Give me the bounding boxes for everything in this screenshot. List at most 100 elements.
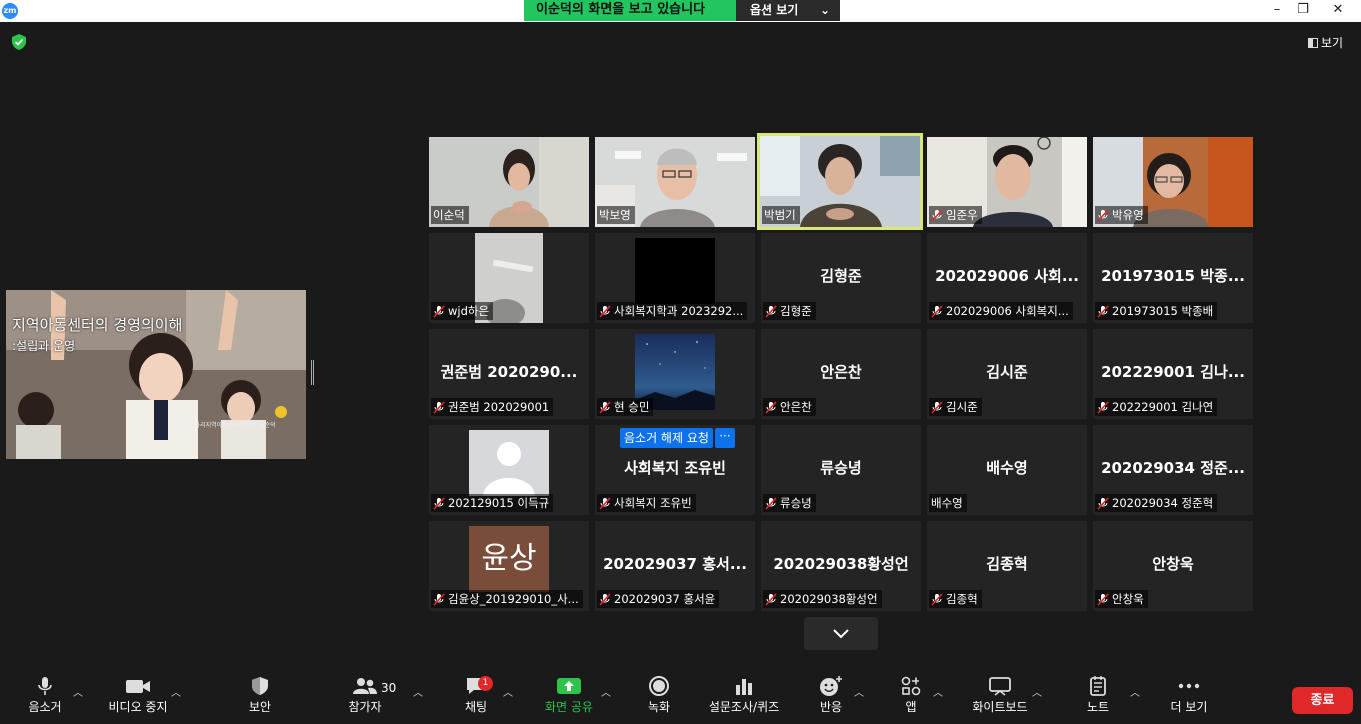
chat-options-caret[interactable]: ︿ [503, 684, 513, 699]
chat-unread-badge: 1 [478, 676, 493, 691]
banner-text: 이순덕의 화면을 보고 있습니다 [524, 0, 736, 21]
resize-handle[interactable] [311, 360, 314, 385]
reactions-button[interactable]: 반응 [817, 672, 845, 714]
participant-name: wjd하은 [431, 302, 494, 320]
participant-name: 202129015 이득규 [431, 494, 554, 512]
encryption-shield-icon[interactable] [12, 34, 26, 50]
record-button[interactable]: 녹화 [644, 672, 674, 714]
participant-tile[interactable]: 권준범 2020290... 권준범 202029001 [429, 329, 589, 419]
participant-display-name: 202029038황성언 [773, 555, 909, 573]
mic-muted-icon [1097, 400, 1109, 414]
participant-tile[interactable]: 김종혁 김종혁 [927, 521, 1087, 611]
video-tile[interactable]: 박보영 [595, 137, 755, 227]
participant-tile[interactable]: 202029034 정준... 202029034 정준혁 [1093, 425, 1253, 515]
participant-tile[interactable]: 배수영 배수영 [927, 425, 1087, 515]
participant-tile[interactable]: 202029037 홍서... 202029037 홍서윤 [595, 521, 755, 611]
participant-tile[interactable]: 현 승민 [595, 329, 755, 419]
participant-name: 박유영 [1095, 206, 1148, 224]
avatar: 윤상 [469, 526, 549, 592]
participants-count: 30 [381, 681, 397, 695]
active-speaker-tile[interactable]: 박범기 [757, 133, 923, 230]
participant-tile[interactable]: 202129015 이득규 [429, 425, 589, 515]
participant-display-name: 김형준 [820, 267, 862, 285]
participant-display-name: 사회복지 조유빈 [624, 459, 726, 477]
participant-display-name: 김시준 [986, 363, 1028, 381]
participants-options-caret[interactable]: ︿ [413, 684, 423, 699]
video-options-caret[interactable]: ︿ [171, 684, 181, 699]
share-screen-button[interactable]: 화면 공유 [541, 672, 597, 714]
mic-muted-icon [433, 400, 445, 414]
more-button[interactable]: 더 보기 [1167, 672, 1211, 714]
more-options-button[interactable]: ··· [714, 428, 735, 448]
participant-display-name: 202029037 홍서... [603, 555, 747, 573]
participant-tile[interactable]: 202029006 사회... 202029006 사회복지... [927, 233, 1087, 323]
participant-tile[interactable]: 201973015 박종... 201973015 박종배 [1093, 233, 1253, 323]
participant-name: 안창욱 [1095, 590, 1148, 608]
participant-tile[interactable]: 안창욱 안창욱 [1093, 521, 1253, 611]
participants-button[interactable]: 참가자 [345, 672, 385, 714]
mic-muted-icon [765, 400, 777, 414]
unmute-request-button[interactable]: 음소거 해제 요청 [620, 428, 713, 448]
video-tile[interactable]: 박유영 [1093, 137, 1253, 227]
participant-tile[interactable]: 김형준 김형준 [761, 233, 921, 323]
polls-button[interactable]: 설문조사/퀴즈 [704, 672, 784, 714]
restore-button[interactable]: ❐ [1288, 0, 1318, 22]
notes-button[interactable]: 노트 [1084, 672, 1112, 714]
mic-muted-icon [931, 400, 943, 414]
whiteboard-options-caret[interactable]: ︿ [1032, 684, 1042, 699]
apps-button[interactable]: 앱 [899, 672, 923, 714]
microphone-icon [38, 677, 52, 695]
view-options-button[interactable]: 옵션 보기 ⌄ [736, 0, 840, 21]
close-button[interactable]: ✕ [1323, 0, 1353, 22]
security-button[interactable]: 보안 [243, 672, 277, 714]
video-tile[interactable]: 이순덕 [429, 137, 589, 227]
gallery-next-page-button[interactable] [804, 617, 878, 650]
participant-display-name: 202229001 김나... [1101, 363, 1245, 381]
mic-muted-icon [599, 400, 611, 414]
zoom-logo-icon: zm [2, 3, 18, 19]
slide-title: 지역아동센터의 경영의이해 [12, 316, 183, 334]
participant-tile[interactable]: 안은찬 안은찬 [761, 329, 921, 419]
mic-muted-icon [433, 592, 445, 606]
audio-options-caret[interactable]: ︿ [73, 684, 83, 699]
mic-muted-icon [599, 304, 611, 318]
participant-tile[interactable]: 음소거 해제 요청 ··· 사회복지 조유빈 사회복지 조유빈 [595, 425, 755, 515]
participant-tile[interactable]: 202029038황성언 202029038황성언 [761, 521, 921, 611]
mute-button[interactable]: 음소거 [24, 672, 66, 714]
apps-options-caret[interactable]: ︿ [933, 684, 943, 699]
whiteboard-button[interactable]: 화이트보드 [968, 672, 1032, 714]
share-screen-icon [557, 678, 581, 694]
reactions-options-caret[interactable]: ︿ [854, 684, 864, 699]
view-label: 보기 [1321, 36, 1344, 50]
participant-name: 202029034 정준혁 [1095, 494, 1218, 512]
mic-muted-icon [1097, 496, 1109, 510]
video-tile[interactable]: 임준우 [927, 137, 1087, 227]
participants-icon [353, 678, 377, 694]
participant-tile[interactable]: 사회복지학과 2023292... [595, 233, 755, 323]
participant-name: 김윤상_201929010_사... [431, 590, 583, 608]
mic-muted-icon [931, 208, 943, 222]
title-bar: zm 이순덕의 화면을 보고 있습니다 옵션 보기 ⌄ – ❐ ✕ [0, 0, 1361, 22]
participant-display-name: 202029034 정준... [1101, 459, 1245, 477]
mic-muted-icon [1097, 208, 1109, 222]
mic-muted-icon [1097, 592, 1109, 606]
participant-tile[interactable]: 류승녕 류승녕 [761, 425, 921, 515]
notes-options-caret[interactable]: ︿ [1130, 684, 1140, 699]
mic-muted-icon [433, 496, 445, 510]
shared-screen[interactable]: 지역아동센터의 경영의이해 :설립과 운영 행복울타리지역아동센터 센터장 이순… [6, 290, 306, 459]
participant-tile[interactable]: 202229001 김나... 202229001 김나연 [1093, 329, 1253, 419]
stop-video-button[interactable]: 비디오 중지 [105, 672, 171, 714]
participant-name: 권준범 202029001 [431, 398, 554, 416]
participant-name: 김시준 [929, 398, 982, 416]
end-meeting-button[interactable]: 종료 [1292, 687, 1353, 714]
participant-name: 이순덕 [431, 206, 469, 224]
participant-tile[interactable]: 김시준 김시준 [927, 329, 1087, 419]
record-icon [649, 676, 669, 696]
participant-display-name: 안창욱 [1152, 555, 1194, 573]
participant-tile[interactable]: 윤상 김윤상_201929010_사... [429, 521, 589, 611]
whiteboard-icon [989, 677, 1011, 696]
view-button[interactable]: 보기 [1308, 34, 1343, 51]
participant-tile[interactable]: wjd하은 [429, 233, 589, 323]
share-options-caret[interactable]: ︿ [601, 684, 611, 699]
chevron-down-icon [833, 629, 849, 639]
